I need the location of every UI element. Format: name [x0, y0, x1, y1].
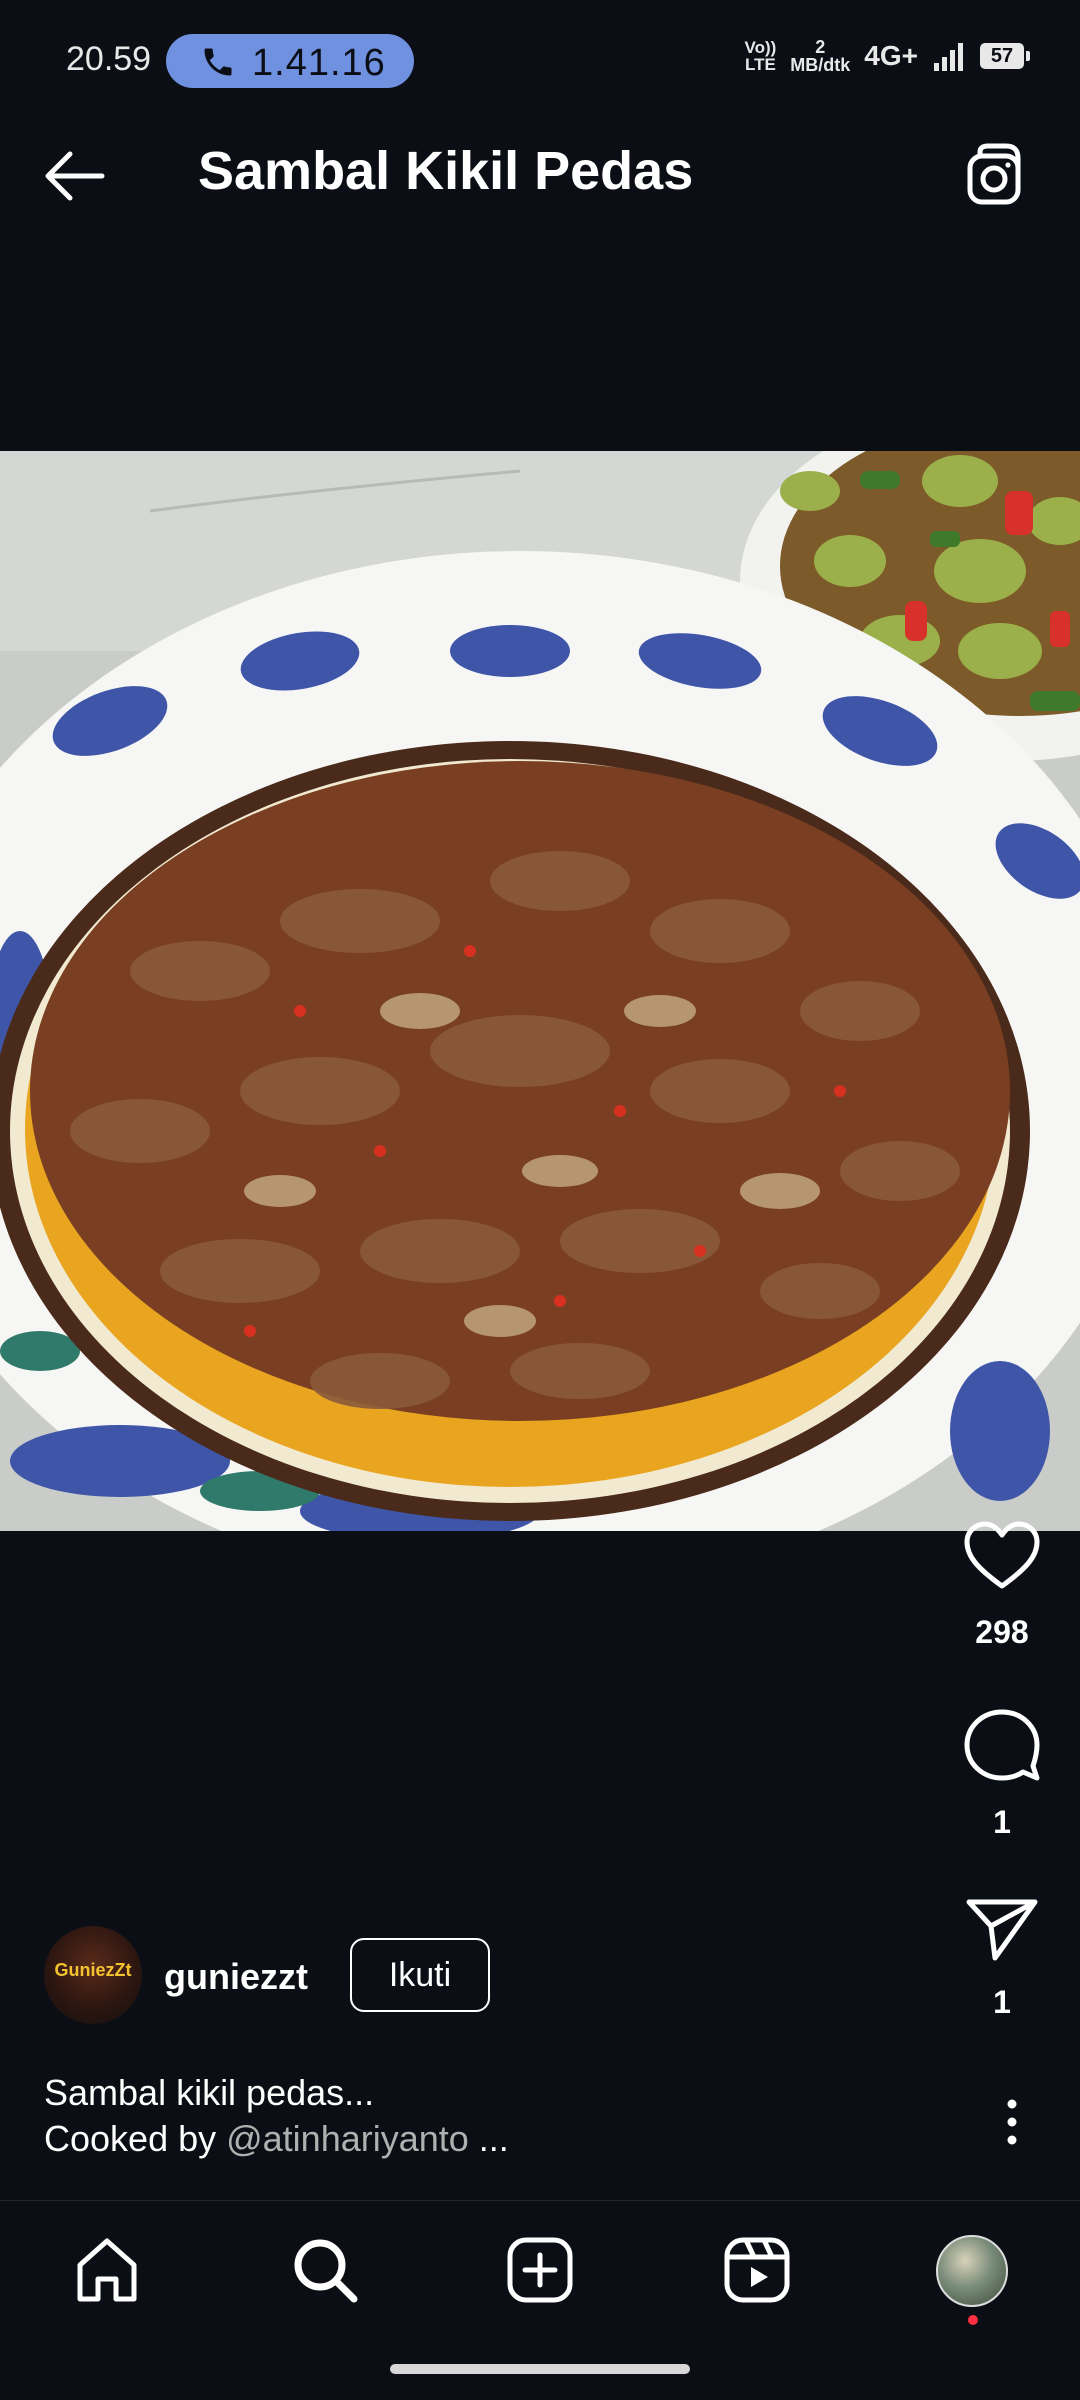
author-username[interactable]: guniezzt — [164, 1956, 308, 1998]
avatar-logo-text: GuniezZt — [54, 1960, 132, 1980]
comment-count: 1 — [993, 1804, 1011, 1840]
send-icon[interactable] — [965, 1896, 1039, 1962]
share-action: 1 — [924, 1896, 1080, 2021]
like-count: 298 — [975, 1614, 1029, 1650]
status-time: 20.59 — [66, 40, 152, 78]
author-avatar[interactable]: GuniezZt — [44, 1926, 142, 2024]
page-title: Sambal Kikil Pedas — [198, 141, 694, 201]
phone-icon — [204, 48, 232, 76]
add-icon[interactable] — [505, 2235, 575, 2305]
bottom-navigation — [0, 2200, 1080, 2341]
more-options-icon[interactable] — [1002, 2096, 1022, 2148]
follow-button[interactable]: Ikuti — [350, 1938, 490, 2012]
arrow-left-icon — [45, 151, 105, 201]
heart-icon[interactable] — [963, 1520, 1041, 1592]
comment-action: 1 — [924, 1708, 1080, 1841]
post-caption[interactable]: Sambal kikil pedas... Cooked by @atinhar… — [44, 2070, 509, 2162]
caption-line-1: Sambal kikil pedas... — [44, 2072, 375, 2113]
camera-button[interactable] — [960, 142, 1028, 210]
call-duration: 1.41.16 — [252, 42, 386, 84]
status-bar: 20.59 1.41.16 Vo)) LTE 2 MB/dtk 4G+ 57 — [0, 0, 1080, 92]
signal-icon — [934, 43, 963, 71]
system-icons: Vo)) LTE 2 MB/dtk 4G+ 57 — [744, 37, 1030, 75]
post-image[interactable] — [0, 451, 1080, 1531]
home-icon[interactable] — [72, 2235, 142, 2305]
post-author: GuniezZt guniezzt Ikuti — [44, 1926, 644, 2026]
back-button[interactable] — [40, 146, 120, 210]
camera-icon — [967, 143, 1021, 205]
battery-icon: 57 — [980, 43, 1030, 69]
top-bar: Sambal Kikil Pedas — [0, 110, 1080, 230]
ongoing-call-pill[interactable]: 1.41.16 — [166, 34, 414, 88]
reels-icon[interactable] — [722, 2235, 792, 2305]
food-photo — [0, 451, 1080, 1531]
profile-avatar[interactable] — [936, 2235, 1008, 2307]
network-type: 4G+ — [864, 40, 918, 71]
like-action: 298 — [924, 1520, 1080, 1651]
search-icon[interactable] — [290, 2235, 360, 2305]
notification-dot — [968, 2315, 978, 2325]
home-indicator[interactable] — [390, 2364, 690, 2374]
network-speed: 2 MB/dtk — [790, 37, 851, 75]
comment-icon[interactable] — [963, 1708, 1041, 1782]
share-count: 1 — [993, 1984, 1011, 2020]
caption-line-2: Cooked by @atinhariyanto ... — [44, 2118, 509, 2159]
volte-icon: Vo)) LTE — [744, 38, 777, 74]
caption-mention[interactable]: @atinhariyanto — [226, 2118, 469, 2159]
